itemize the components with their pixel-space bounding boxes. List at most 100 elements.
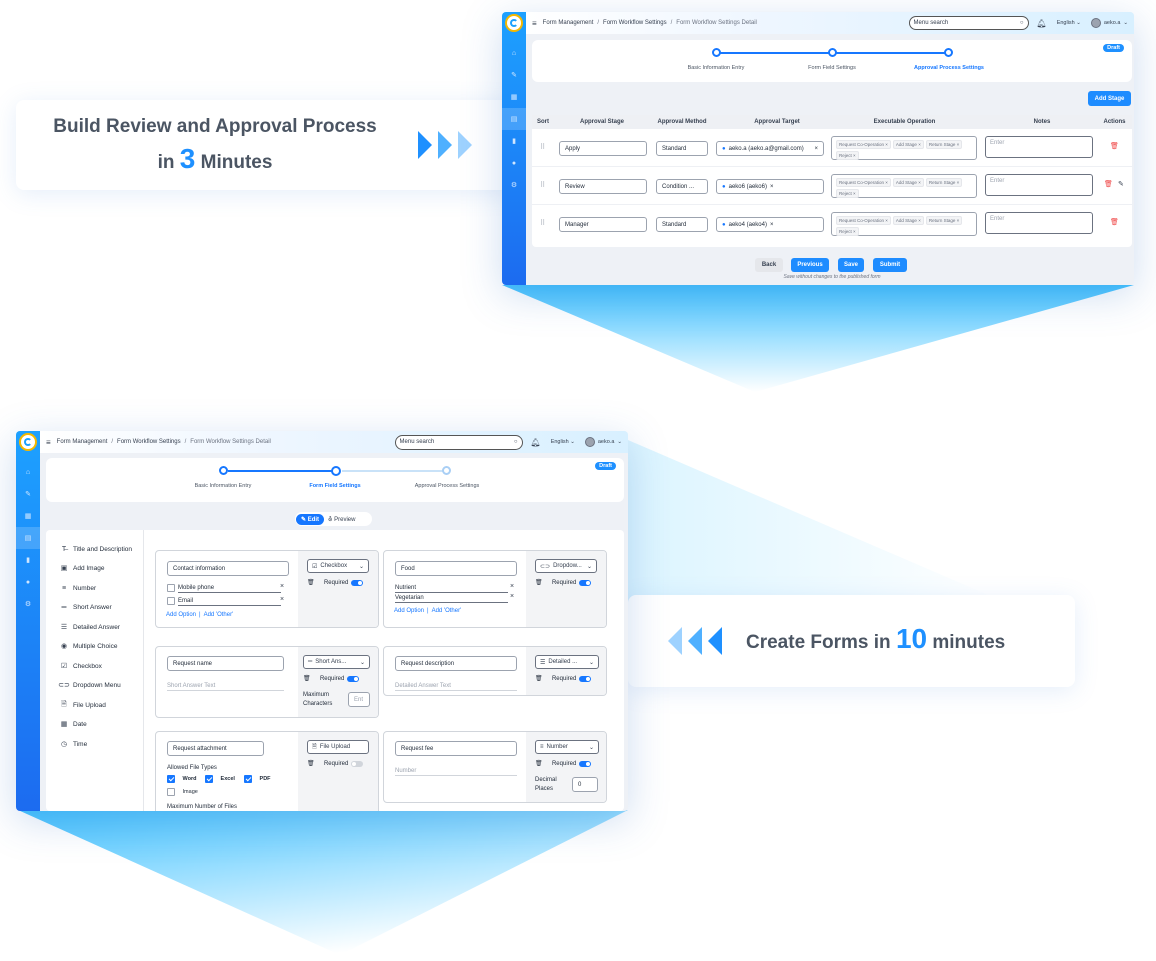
edit-icon[interactable]: ✎ <box>502 64 526 86</box>
question-title-input[interactable]: Contact information <box>167 561 289 576</box>
notes-input[interactable]: Enter <box>985 174 1093 196</box>
operation-select[interactable]: Request Co-Operation × Add Stage × Retur… <box>831 174 977 198</box>
question-title-input[interactable]: Request name <box>167 656 284 671</box>
palette-checkbox[interactable]: ☑ Checkbox <box>60 662 102 671</box>
required-toggle[interactable] <box>347 675 360 682</box>
file-type-pdf[interactable]: PDF <box>244 775 271 783</box>
question-card[interactable]: Request description Detailed Answer Text… <box>383 646 607 696</box>
palette-file-upload[interactable]: 🗎︎ File Upload <box>60 701 106 709</box>
remove-option-icon[interactable]: × <box>280 583 284 590</box>
target-select[interactable]: ● aeko.a (aeko.a@gmail.com) × <box>716 141 824 156</box>
question-type-select[interactable]: ⊂⊃ Dropdow... ⌄ <box>535 559 597 573</box>
tag[interactable]: Request Co-Operation × <box>836 216 891 225</box>
max-characters-input[interactable]: Ent <box>348 692 370 707</box>
stage-input[interactable]: Manager <box>559 217 647 232</box>
step-dot-active[interactable] <box>944 48 953 57</box>
preview-tab[interactable]: ⛢ Preview <box>324 514 359 525</box>
palette-add-image[interactable]: ▣ Add Image <box>60 564 105 573</box>
palette-dropdown[interactable]: ⊂⊃ Dropdown Menu <box>58 681 121 690</box>
remove-option-icon[interactable]: × <box>510 593 514 600</box>
question-type-select[interactable]: ≡ Number ⌄ <box>535 740 599 754</box>
option-input[interactable]: Nutrient <box>395 583 508 593</box>
tag[interactable]: Request Co-Operation × <box>836 178 891 187</box>
delete-icon[interactable]: 🗑︎ <box>303 675 311 682</box>
previous-button[interactable]: Previous <box>791 258 829 272</box>
question-type-select[interactable]: 🗎︎ File Upload <box>307 740 369 754</box>
language-select[interactable]: English ⌄ <box>1057 20 1081 26</box>
required-toggle[interactable] <box>579 760 592 767</box>
back-button[interactable]: Back <box>755 258 783 272</box>
delete-icon[interactable]: 🗑︎ <box>1104 180 1113 188</box>
drag-handle-icon[interactable]: ⠿ <box>540 143 545 151</box>
palette-detailed-answer[interactable]: ☰ Detailed Answer <box>60 623 120 632</box>
step-dot-active[interactable] <box>331 466 341 476</box>
breadcrumb-item[interactable]: Form Management <box>57 439 108 445</box>
palette-short-answer[interactable]: ═ Short Answer <box>60 603 112 611</box>
required-toggle[interactable] <box>579 579 592 586</box>
question-type-select[interactable]: ═ Short Ans... ⌄ <box>303 655 370 669</box>
delete-icon[interactable]: 🗑︎ <box>307 579 315 586</box>
tag[interactable]: Reject × <box>836 189 859 198</box>
notes-input[interactable]: Enter <box>985 212 1093 234</box>
settings-icon[interactable]: ⚙ <box>16 593 40 615</box>
palette-time[interactable]: ◷ Time <box>60 740 87 749</box>
remove-option-icon[interactable]: × <box>510 583 514 590</box>
chart-icon[interactable]: ▦ <box>16 505 40 527</box>
step-dot[interactable] <box>442 466 451 475</box>
step-dot[interactable] <box>219 466 228 475</box>
form-icon[interactable]: ▤ <box>502 108 526 130</box>
delete-icon[interactable]: 🗑︎ <box>307 760 315 767</box>
tag[interactable]: Request Co-Operation × <box>836 140 891 149</box>
notes-input[interactable]: Enter <box>985 136 1093 158</box>
question-card[interactable]: Request attachment Allowed File Types Wo… <box>155 731 379 811</box>
step-dot[interactable] <box>712 48 721 57</box>
submit-button[interactable]: Submit <box>873 258 907 272</box>
edit-tab[interactable]: ✎ Edit <box>296 513 325 525</box>
language-select[interactable]: English ⌄ <box>551 439 575 445</box>
settings-icon[interactable]: ⚙ <box>502 174 526 196</box>
menu-icon[interactable]: ≡ <box>532 19 537 28</box>
stats-icon[interactable]: ▮ <box>16 549 40 571</box>
palette-title-description[interactable]: T̶ Title and Description <box>60 545 132 553</box>
add-option-link[interactable]: Add Option <box>394 608 424 614</box>
tag[interactable]: Return Stage × <box>925 216 963 225</box>
option-input[interactable]: Email <box>178 596 281 606</box>
question-card[interactable]: Request fee Number ≡ Number ⌄ 🗑︎ Required … <box>383 731 607 803</box>
bell-icon[interactable]: 🔔︎ <box>531 438 541 447</box>
chart-icon[interactable]: ▦ <box>502 86 526 108</box>
tag[interactable]: Return Stage × <box>925 178 963 187</box>
option-input[interactable]: Mobile phone <box>178 583 281 593</box>
user-menu[interactable]: aeko.a ⌄ <box>1090 18 1128 28</box>
file-type-image[interactable]: Image <box>167 788 198 796</box>
menu-search-input[interactable]: Menu search ○ <box>394 434 523 450</box>
target-select[interactable]: ● aeko4 (aeko4) × <box>716 217 824 232</box>
home-icon[interactable]: ⌂ <box>16 461 40 483</box>
tag[interactable]: Reject × <box>836 227 859 236</box>
question-card[interactable]: Request name Short Answer Text ═ Short An… <box>155 646 379 718</box>
question-card[interactable]: Food Nutrient × Vegetarian × Add Option |… <box>383 550 607 628</box>
stage-input[interactable]: Apply <box>559 141 647 156</box>
stage-input[interactable]: Review <box>559 179 647 194</box>
delete-icon[interactable]: 🗑︎ <box>535 760 543 767</box>
user-menu[interactable]: aeko.a ⌄ <box>584 437 622 447</box>
method-select[interactable]: Standard <box>656 141 708 156</box>
file-type-word[interactable]: Word <box>167 775 196 783</box>
stats-icon[interactable]: ▮ <box>502 130 526 152</box>
menu-search-input[interactable]: Menu search ○ <box>908 16 1029 30</box>
menu-icon[interactable]: ≡ <box>46 438 51 447</box>
option-input[interactable]: Vegetarian <box>395 593 508 603</box>
target-select[interactable]: ● aeko6 (aeko6) × <box>716 179 824 194</box>
edit-icon[interactable]: ✎ <box>16 483 40 505</box>
form-icon[interactable]: ▤ <box>16 527 40 549</box>
question-title-input[interactable]: Request attachment <box>167 741 264 756</box>
drag-handle-icon[interactable]: ⠿ <box>540 181 545 189</box>
delete-icon[interactable]: 🗑︎ <box>535 579 543 586</box>
method-select[interactable]: Condition ... <box>656 179 708 194</box>
required-toggle[interactable] <box>579 675 592 682</box>
breadcrumb-item[interactable]: Form Workflow Settings <box>603 20 667 26</box>
palette-date[interactable]: ▦ Date <box>60 720 87 729</box>
delete-icon[interactable]: 🗑︎ <box>535 675 543 682</box>
decimal-places-input[interactable]: 0 <box>572 777 598 792</box>
question-type-select[interactable]: ☰ Detailed ... ⌄ <box>535 655 599 669</box>
bell-icon[interactable]: 🔔︎ <box>1037 19 1047 28</box>
